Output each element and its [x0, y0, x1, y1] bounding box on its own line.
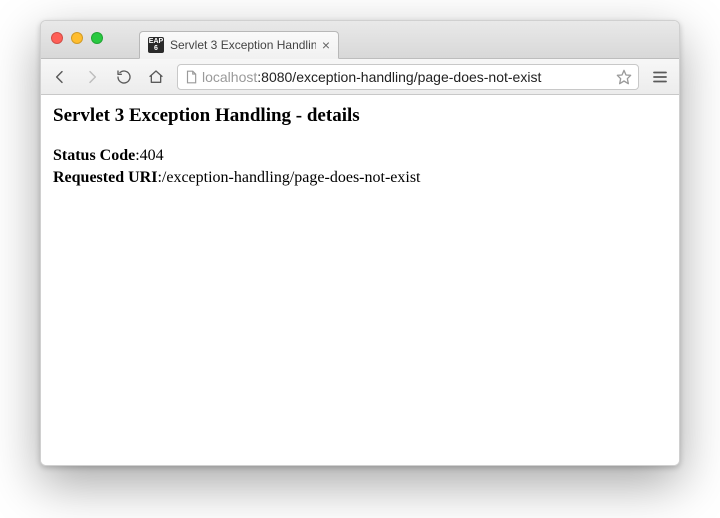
tab-favicon: EAP 6 [148, 37, 164, 53]
menu-button[interactable] [649, 66, 671, 88]
tab-title: Servlet 3 Exception Handlin [170, 38, 316, 52]
forward-button[interactable] [81, 66, 103, 88]
page-heading: Servlet 3 Exception Handling - details [53, 105, 667, 127]
browser-window: EAP 6 Servlet 3 Exception Handlin × loca… [40, 20, 680, 466]
window-minimize-button[interactable] [71, 32, 83, 44]
window-close-button[interactable] [51, 32, 63, 44]
browser-tab[interactable]: EAP 6 Servlet 3 Exception Handlin × [139, 31, 339, 59]
window-maximize-button[interactable] [91, 32, 103, 44]
tab-close-icon[interactable]: × [322, 38, 330, 52]
window-controls [51, 32, 103, 44]
status-code-line: Status Code:404 [53, 145, 667, 167]
status-code-value: :404 [135, 147, 163, 164]
reload-button[interactable] [113, 66, 135, 88]
page-viewport: Servlet 3 Exception Handling - details S… [41, 95, 679, 465]
url-host: localhost [202, 69, 257, 85]
address-bar[interactable]: localhost:8080/exception-handling/page-d… [177, 64, 639, 90]
url-text: localhost:8080/exception-handling/page-d… [202, 69, 612, 85]
url-path: :8080/exception-handling/page-does-not-e… [257, 69, 541, 85]
status-code-label: Status Code [53, 147, 135, 164]
toolbar: localhost:8080/exception-handling/page-d… [41, 59, 679, 95]
requested-uri-line: Requested URI:/exception-handling/page-d… [53, 167, 667, 189]
requested-uri-value: :/exception-handling/page-does-not-exist [157, 169, 420, 186]
bookmark-star-icon[interactable] [616, 69, 632, 85]
requested-uri-label: Requested URI [53, 169, 157, 186]
page-icon [184, 70, 198, 84]
titlebar: EAP 6 Servlet 3 Exception Handlin × [41, 21, 679, 59]
home-button[interactable] [145, 66, 167, 88]
back-button[interactable] [49, 66, 71, 88]
